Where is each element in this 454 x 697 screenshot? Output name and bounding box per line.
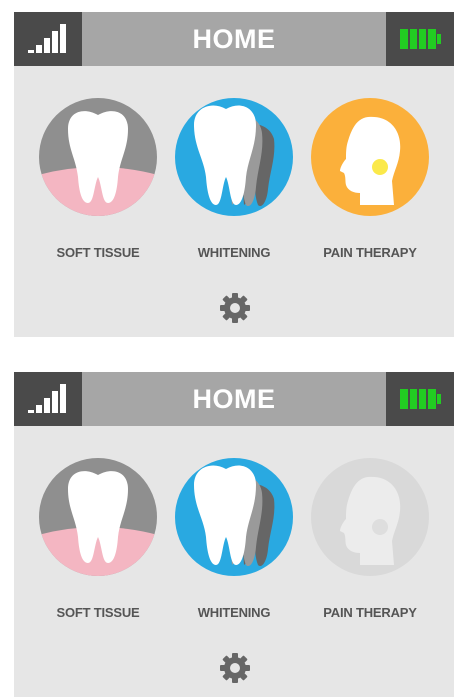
soft-tissue-button[interactable] [38,457,158,577]
head-profile-icon [311,458,429,576]
home-screen-2: HOME SOFT TISSUE WHITENING PAIN THERAPY [14,372,454,697]
whitening-button[interactable] [174,97,294,217]
signal-indicator [14,372,82,426]
settings-gear-icon[interactable] [219,652,251,684]
pain-therapy-label: PAIN THERAPY [323,605,417,620]
status-bar: HOME [14,372,454,426]
whitening-button[interactable] [174,457,294,577]
pain-therapy-label: PAIN THERAPY [323,245,417,260]
home-screen-1: HOME SOFT TISSUE WHITENING PAIN THERAPY [14,12,454,337]
page-title: HOME [192,24,276,54]
page-title: HOME [192,384,276,414]
battery-icon [400,29,441,49]
signal-strength-icon [28,24,66,53]
tooth-gum-icon [39,458,157,576]
soft-tissue-label: SOFT TISSUE [56,605,140,620]
whitening-label: WHITENING [197,245,271,260]
battery-icon [400,389,441,409]
soft-tissue-button[interactable] [38,97,158,217]
tooth-gum-icon [39,98,157,216]
whitening-label: WHITENING [197,605,271,620]
whitening-teeth-icon [175,98,293,216]
signal-indicator [14,12,82,66]
status-bar: HOME [14,12,454,66]
battery-indicator [386,12,454,66]
pain-therapy-button[interactable] [310,97,430,217]
head-profile-icon [311,98,429,216]
settings-gear-icon[interactable] [219,292,251,324]
signal-strength-icon [28,384,66,413]
pain-therapy-button-disabled [310,457,430,577]
whitening-teeth-icon [175,458,293,576]
battery-indicator [386,372,454,426]
soft-tissue-label: SOFT TISSUE [56,245,140,260]
